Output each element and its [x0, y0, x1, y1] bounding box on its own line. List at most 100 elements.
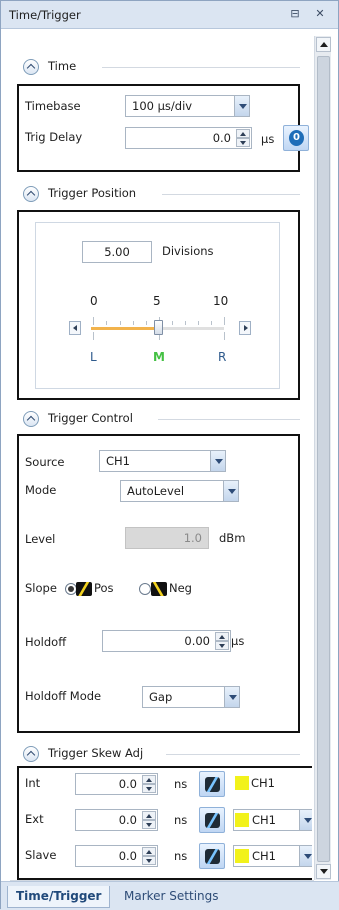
- trigger-control-header: Trigger Control: [10, 407, 312, 431]
- collapse-trigger-skew-icon[interactable]: [23, 746, 39, 762]
- spin-up-icon[interactable]: [142, 847, 156, 856]
- timebase-value: 100 µs/div: [132, 99, 193, 113]
- vertical-scrollbar[interactable]: [314, 36, 331, 880]
- slider-tick: [198, 321, 199, 325]
- trig-delay-unit: µs: [261, 132, 275, 146]
- spin-up-icon[interactable]: [215, 632, 229, 641]
- zero-delay-button[interactable]: 0: [283, 125, 309, 151]
- slider-left-arrow-icon[interactable]: [69, 321, 81, 335]
- skew-slave-input[interactable]: 0.0: [75, 845, 158, 867]
- pin-icon[interactable]: ⊟: [288, 7, 302, 21]
- skew-slave-channel-select[interactable]: CH1: [233, 845, 312, 867]
- scroll-up-icon[interactable]: [316, 37, 331, 52]
- panel-content: Time Timebase 100 µs/div Trig Delay 0.0 …: [10, 36, 312, 880]
- slider-fill: [91, 327, 159, 330]
- holdoff-input[interactable]: 0.00: [102, 630, 231, 652]
- skew-edge-icon: [205, 777, 220, 792]
- slider-tick: [172, 321, 173, 325]
- trig-delay-input[interactable]: 0.0: [125, 127, 252, 149]
- skew-ext-channel: CH1: [252, 813, 276, 827]
- trigger-position-title: Trigger Position: [48, 186, 137, 200]
- slider-tick: [185, 321, 186, 325]
- skew-int-unit: ns: [174, 777, 188, 791]
- collapse-trigger-position-icon[interactable]: [23, 186, 39, 202]
- slider-tick: [224, 317, 225, 325]
- spin-down-icon[interactable]: [215, 641, 229, 650]
- timebase-label: Timebase: [25, 99, 81, 113]
- skew-int-spinner[interactable]: [142, 775, 156, 793]
- slope-neg-label: Neg: [169, 581, 192, 595]
- skew-ext-spinner[interactable]: [142, 811, 156, 829]
- skew-ext-input[interactable]: 0.0: [75, 809, 158, 831]
- source-select[interactable]: CH1: [99, 450, 226, 472]
- skew-int-value: 0.0: [118, 777, 137, 791]
- spin-up-icon[interactable]: [142, 811, 156, 820]
- collapse-trigger-control-icon[interactable]: [23, 411, 39, 427]
- skew-int-input[interactable]: 0.0: [75, 773, 158, 795]
- time-section-header: Time: [10, 55, 312, 79]
- skew-slave-channel: CH1: [252, 849, 276, 863]
- trigger-control-title: Trigger Control: [48, 411, 133, 425]
- holdoff-mode-value: Gap: [149, 690, 173, 704]
- trig-delay-spinner[interactable]: [236, 129, 250, 147]
- channel-color-swatch: [235, 849, 249, 863]
- vertical-scroll-thumb[interactable]: [317, 56, 330, 862]
- skew-slave-spinner[interactable]: [142, 847, 156, 865]
- chevron-down-icon[interactable]: [224, 687, 239, 707]
- tab-time-trigger[interactable]: Time/Trigger: [7, 886, 111, 908]
- spin-down-icon[interactable]: [142, 820, 156, 829]
- slider-thumb[interactable]: [153, 320, 163, 335]
- slider-tick: [120, 321, 121, 325]
- trigger-skew-divider: [166, 754, 300, 755]
- level-label: Level: [25, 532, 56, 546]
- trigger-position-box: 5.00 Divisions 0 5 10 L M R: [17, 210, 300, 400]
- spin-up-icon[interactable]: [236, 129, 250, 138]
- slope-neg-radio[interactable]: [139, 583, 151, 595]
- timebase-select[interactable]: 100 µs/div: [125, 95, 250, 117]
- tab-marker-settings[interactable]: Marker Settings: [116, 886, 227, 908]
- slider-tick: [106, 321, 107, 325]
- skew-edge-icon: [205, 813, 220, 828]
- scale-max-label: 10: [213, 294, 229, 308]
- skew-ext-edge-button[interactable]: [199, 807, 225, 833]
- slope-pos-label: Pos: [94, 581, 114, 595]
- holdoff-spinner[interactable]: [215, 632, 229, 650]
- spin-up-icon[interactable]: [142, 775, 156, 784]
- spin-down-icon[interactable]: [142, 856, 156, 865]
- skew-slave-edge-button[interactable]: [199, 843, 225, 869]
- time-trigger-panel: Time/Trigger ⊟ ✕ Time Timebase 100 µs/di…: [0, 0, 339, 910]
- chevron-down-icon[interactable]: [299, 810, 312, 830]
- chevron-down-icon[interactable]: [223, 481, 238, 501]
- chevron-down-icon[interactable]: [299, 846, 312, 866]
- level-input[interactable]: 1.0: [125, 527, 209, 549]
- chevron-down-icon[interactable]: [234, 96, 249, 116]
- skew-ext-channel-select[interactable]: CH1: [233, 809, 312, 831]
- mode-label: Mode: [25, 483, 57, 497]
- collapse-time-icon[interactable]: [23, 59, 39, 75]
- trigger-position-panel: 5.00 Divisions 0 5 10 L M R: [35, 222, 280, 389]
- skew-int-channel: CH1: [251, 776, 275, 790]
- panel-titlebar: Time/Trigger ⊟ ✕: [1, 1, 338, 29]
- skew-slave-unit: ns: [174, 849, 188, 863]
- mode-select[interactable]: AutoLevel: [120, 480, 239, 502]
- mode-value: AutoLevel: [127, 484, 185, 498]
- close-icon[interactable]: ✕: [313, 7, 327, 21]
- divisions-input[interactable]: 5.00: [82, 241, 152, 263]
- channel-color-swatch: [235, 776, 249, 790]
- skew-slave-label: Slave: [25, 848, 57, 862]
- chevron-down-icon[interactable]: [210, 451, 225, 471]
- spin-down-icon[interactable]: [142, 784, 156, 793]
- skew-int-label: Int: [25, 776, 41, 790]
- skew-int-edge-button[interactable]: [199, 771, 225, 797]
- scale-mid-label: 5: [153, 294, 161, 308]
- position-right-label: R: [218, 350, 227, 364]
- spin-down-icon[interactable]: [236, 138, 250, 147]
- holdoff-unit: µs: [231, 634, 245, 648]
- holdoff-label: Holdoff: [25, 635, 67, 649]
- holdoff-mode-select[interactable]: Gap: [142, 686, 240, 708]
- slider-right-arrow-icon[interactable]: [239, 321, 251, 335]
- panel-title: Time/Trigger: [9, 8, 81, 22]
- scroll-down-icon[interactable]: [316, 864, 331, 879]
- holdoff-value: 0.00: [184, 634, 210, 648]
- skew-ext-unit: ns: [174, 813, 188, 827]
